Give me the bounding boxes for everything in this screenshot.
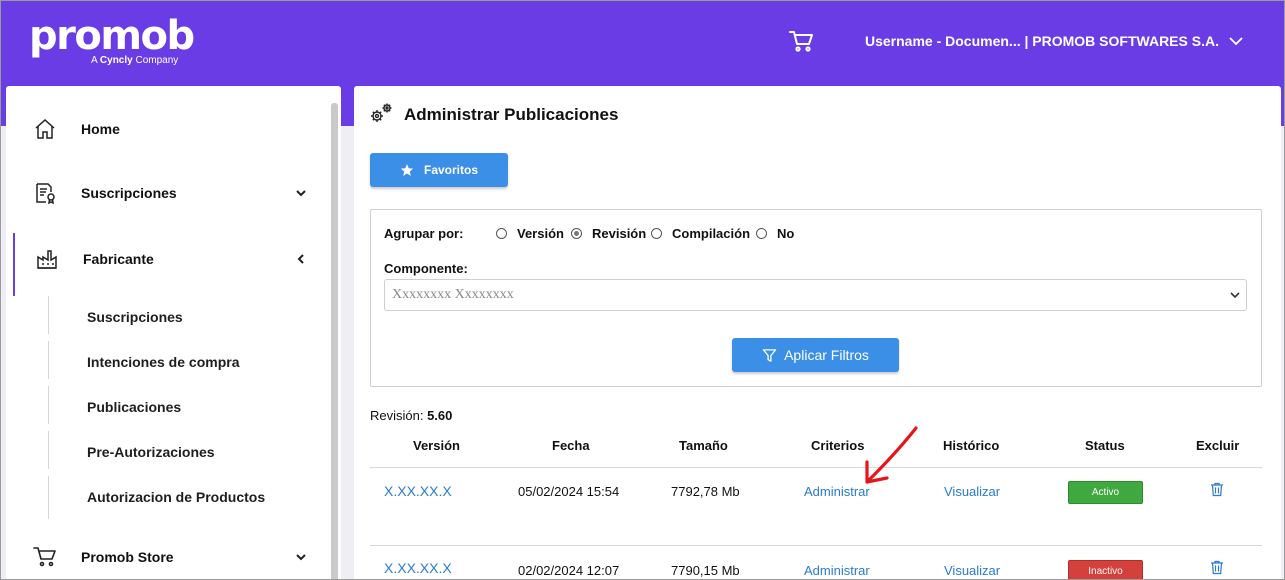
sidebar-item-label: Home (81, 121, 120, 137)
app-window: promob A Cyncly Company Username - Docum… (0, 0, 1285, 580)
table-divider (370, 467, 1262, 468)
favorites-label: Favoritos (423, 163, 478, 177)
sidebar-item-promob-store[interactable]: Promob Store (1, 537, 321, 577)
submenu-item-preautorizaciones[interactable]: Pre-Autorizaciones (87, 444, 215, 460)
radio-revision[interactable] (571, 228, 582, 239)
logo-tagline: A Cyncly Company (91, 55, 179, 66)
sidebar-item-label: Promob Store (81, 549, 174, 565)
column-header-tamano: Tamaño (679, 438, 728, 453)
factory-icon (37, 250, 57, 269)
radio-revision-label[interactable]: Revisión (592, 226, 646, 241)
annotation-arrow-icon (865, 426, 918, 484)
submenu-divider (48, 476, 49, 519)
chevron-left-icon (297, 254, 304, 264)
status-badge[interactable]: Activo (1068, 481, 1143, 504)
cart-icon[interactable] (788, 29, 814, 53)
radio-no[interactable] (756, 228, 767, 239)
sidebar-item-label: Suscripciones (81, 185, 177, 201)
date-cell: 05/02/2024 15:54 (518, 484, 620, 499)
submenu-divider (48, 431, 49, 469)
table-divider (370, 545, 1262, 546)
page-title: Administrar Publicaciones (404, 105, 619, 124)
submenu-item-autorizacion-productos[interactable]: Autorizacion de Productos (87, 489, 265, 505)
sidebar-scrollbar[interactable] (331, 103, 338, 579)
component-label: Componente: (384, 261, 468, 276)
revision-heading: Revisión: 5.60 (370, 408, 453, 423)
user-account-menu[interactable]: Username - Documen... | PROMOB SOFTWARES… (865, 33, 1243, 49)
component-select-value: Xxxxxxxx Xxxxxxxx (392, 287, 514, 302)
submenu-divider (48, 296, 49, 334)
column-header-version: Versión (413, 438, 460, 453)
chevron-down-icon (1229, 37, 1243, 46)
status-badge[interactable]: Inactivo (1068, 560, 1143, 579)
favorites-button[interactable]: Favoritos (370, 153, 508, 187)
group-by-label: Agrupar por: (384, 226, 464, 241)
column-header-status: Status (1085, 438, 1125, 453)
sidebar-item-fabricante[interactable]: Fabricante (1, 239, 321, 279)
radio-compilacion-label[interactable]: Compilación (672, 226, 750, 241)
column-header-fecha: Fecha (552, 438, 590, 453)
sidebar-item-home[interactable]: Home (1, 109, 321, 149)
component-select[interactable]: Xxxxxxxx Xxxxxxxx (384, 279, 1247, 311)
filter-icon (762, 348, 777, 362)
submenu-divider (48, 341, 49, 379)
sidebar-item-suscripciones[interactable]: Suscripciones (1, 173, 321, 213)
revision-value: 5.60 (427, 408, 453, 423)
sidebar-item-label: Fabricante (83, 251, 154, 267)
version-link[interactable]: X.XX.XX.X (384, 483, 452, 499)
star-icon (400, 164, 414, 176)
gears-icon (371, 103, 392, 122)
chevron-down-icon (1230, 292, 1240, 299)
trash-icon[interactable] (1210, 560, 1224, 575)
radio-version-label[interactable]: Versión (517, 226, 564, 241)
chevron-down-icon (296, 190, 306, 197)
history-view-link[interactable]: Visualizar (944, 484, 1000, 499)
promob-logo[interactable]: promob A Cyncly Company (29, 13, 195, 66)
history-view-link[interactable]: Visualizar (944, 563, 1000, 578)
user-label: Username - Documen... | PROMOB SOFTWARES… (865, 33, 1219, 49)
column-header-historico: Histórico (943, 438, 1000, 453)
radio-version[interactable] (496, 228, 507, 239)
apply-filters-label: Aplicar Filtros (784, 347, 869, 363)
column-header-excluir: Excluir (1196, 438, 1240, 453)
submenu-divider (48, 386, 49, 424)
version-link[interactable]: X.XX.XX.X (384, 560, 452, 576)
submenu-item-suscripciones[interactable]: Suscripciones (87, 309, 183, 325)
criteria-admin-link[interactable]: Administrar (804, 484, 870, 499)
apply-filters-button[interactable]: Aplicar Filtros (732, 338, 899, 372)
radio-no-label[interactable]: No (777, 226, 794, 241)
criteria-admin-link[interactable]: Administrar (804, 563, 870, 578)
radio-compilacion[interactable] (651, 228, 662, 239)
size-cell: 7790,15 Mb (671, 563, 740, 578)
certificate-document-icon (36, 183, 55, 205)
chevron-down-icon (296, 554, 306, 561)
submenu-item-intenciones[interactable]: Intenciones de compra (87, 354, 239, 370)
cart-icon (33, 547, 56, 567)
date-cell: 02/02/2024 12:07 (518, 563, 620, 578)
sidebar (6, 86, 341, 579)
trash-icon[interactable] (1210, 482, 1224, 497)
home-icon (35, 118, 55, 139)
column-header-criterios: Criterios (811, 438, 865, 453)
submenu-item-publicaciones[interactable]: Publicaciones (87, 399, 181, 415)
size-cell: 7792,78 Mb (671, 484, 740, 499)
logo-wordmark: promob (29, 13, 195, 59)
